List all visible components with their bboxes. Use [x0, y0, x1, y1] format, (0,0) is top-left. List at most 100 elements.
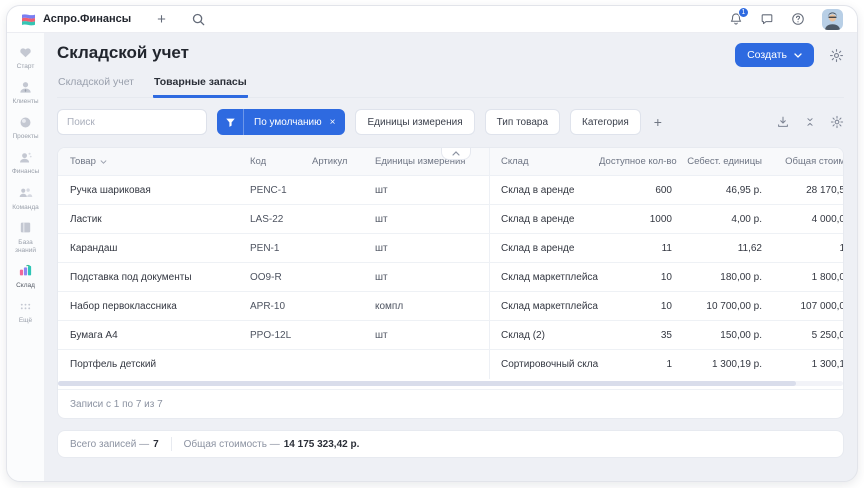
filter-chip[interactable]: Категория [570, 109, 641, 135]
table-cell: Склад в аренде [489, 205, 599, 233]
chevron-down-icon [794, 53, 802, 58]
sidebar-item-label: Финансы [8, 168, 44, 176]
table-cell: 5 250,0 [774, 330, 844, 341]
table-cell: 28 170,5 [774, 185, 844, 196]
collapse-rows-icon[interactable] [804, 116, 816, 128]
summary-bar: Всего записей — 7 Общая стоимость — 14 1… [57, 430, 844, 458]
table-row[interactable]: Ручка шариковаяPENC-1штСклад в аренде600… [58, 176, 843, 205]
table-cell: Склад в аренде [489, 176, 599, 204]
table-row[interactable]: КарандашPEN-1 штСклад в аренде1111,621 [58, 234, 843, 263]
total-records-value: 7 [153, 439, 159, 450]
table-row[interactable]: ЛастикLAS-22штСклад в аренде10004,00 р.4… [58, 205, 843, 234]
tab-goods-stock[interactable]: Товарные запасы [153, 72, 248, 98]
table-cell: 1 300,19 р. [684, 359, 774, 370]
scrollbar-thumb[interactable] [58, 381, 796, 386]
table-cell: 10 700,00 р. [684, 301, 774, 312]
sidebar-item-clients[interactable]: Клиенты [7, 79, 45, 106]
table-cell: Склад маркетплейса [489, 292, 599, 320]
table-settings-gear-icon[interactable] [830, 115, 844, 129]
table-cell: PENC-1 [250, 185, 312, 196]
help-icon[interactable] [791, 12, 805, 26]
new-item-plus-button[interactable]: + [157, 12, 166, 27]
table-cell: Склад в аренде [489, 234, 599, 262]
table-row[interactable]: Подставка под документыOO9-RштСклад марк… [58, 263, 843, 292]
active-filter-pill[interactable]: По умолчанию × [217, 109, 345, 135]
funnel-icon[interactable] [217, 109, 244, 135]
table-cell: Карандаш [58, 243, 250, 254]
sidebar-item-label: Проекты [8, 133, 44, 141]
table-cell: шт [375, 272, 489, 283]
sidebar-item-more[interactable]: Ещё [7, 298, 45, 325]
table-cell: шт [375, 214, 489, 225]
table-cell: 46,95 р. [684, 185, 774, 196]
table-cell: Ручка шариковая [58, 185, 250, 196]
table-cell: 1 300,1 [774, 359, 844, 370]
column-header[interactable]: Себест. единицы [684, 156, 774, 167]
table-cell: Набор первоклассника [58, 301, 250, 312]
page-settings-gear-icon[interactable] [829, 48, 844, 63]
column-header[interactable]: Единицы измерения [375, 156, 489, 167]
table-cell: шт [375, 330, 489, 341]
table-cell: 1000 [599, 214, 684, 225]
active-filter-label: По умолчанию [254, 117, 322, 128]
create-button[interactable]: Создать [735, 43, 814, 67]
sidebar-item-label: База знаний [8, 239, 44, 255]
search-input[interactable] [57, 109, 207, 135]
column-header[interactable]: Доступное кол-во [599, 156, 684, 167]
collapse-table-button[interactable] [441, 147, 471, 160]
brand[interactable]: Аспро.Финансы [21, 13, 131, 26]
export-download-icon[interactable] [776, 115, 790, 129]
start-icon [18, 44, 34, 60]
sidebar-item-label: Команда [8, 204, 44, 212]
table-cell: 150,00 р. [684, 330, 774, 341]
sidebar-item-projects[interactable]: Проекты [7, 114, 45, 141]
table-cell: Подставка под документы [58, 272, 250, 283]
column-header[interactable]: Общая стоим [774, 156, 844, 167]
table-cell: 10 [599, 272, 684, 283]
app-window: Аспро.Финансы + 1 [6, 5, 858, 482]
table-cell: 11,62 [684, 243, 774, 254]
column-header[interactable]: Склад [489, 148, 599, 175]
projects-icon [18, 114, 34, 130]
sidebar-item-label: Склад [8, 282, 44, 290]
sidebar-item-start[interactable]: Старт [7, 44, 45, 71]
create-button-label: Создать [747, 49, 787, 61]
table-cell: 11 [599, 243, 684, 254]
table-row[interactable]: Набор первоклассникаAPR-10комплСклад мар… [58, 292, 843, 321]
table-cell: Бумага А4 [58, 330, 250, 341]
column-header[interactable]: Артикул [312, 156, 375, 167]
messages-icon[interactable] [760, 12, 774, 26]
summary-divider [171, 437, 172, 451]
table-row[interactable]: Портфель детскийСортировочный скла11 300… [58, 350, 843, 379]
sidebar: Старт Клиенты Проекты Финансы Команда База зн… [7, 33, 45, 481]
notification-badge: 1 [738, 7, 749, 18]
table-cell: LAS-22 [250, 214, 312, 225]
sidebar-item-warehouse[interactable]: Склад [7, 263, 45, 290]
table-row[interactable]: Бумага А4PPO-12LштСклад (2)35150,00 р.5 … [58, 321, 843, 350]
table-cell: 600 [599, 185, 684, 196]
user-avatar[interactable] [822, 9, 843, 30]
table-cell: 1 800,0 [774, 272, 844, 283]
sidebar-item-finances[interactable]: Финансы [7, 149, 45, 176]
sort-chevron-icon[interactable] [100, 156, 107, 167]
search-icon[interactable] [192, 13, 205, 26]
table-cell: шт [375, 243, 489, 254]
table-cell: 4,00 р. [684, 214, 774, 225]
notifications-bell-icon[interactable]: 1 [729, 12, 743, 26]
filter-chip[interactable]: Единицы измерения [355, 109, 474, 135]
table-cell: 1 [599, 359, 684, 370]
filter-chip[interactable]: Тип товара [485, 109, 560, 135]
brand-logo-icon [21, 13, 36, 26]
brand-name: Аспро.Финансы [43, 13, 131, 25]
remove-filter-icon[interactable]: × [330, 117, 336, 128]
column-header[interactable]: Товар [58, 156, 250, 167]
add-filter-button[interactable]: + [651, 114, 665, 130]
sidebar-item-team[interactable]: Команда [7, 185, 45, 212]
column-header[interactable]: Код [250, 156, 312, 167]
tab-warehouse-accounting[interactable]: Складской учет [57, 72, 135, 98]
table-cell: 1 [774, 243, 844, 254]
table-cell: PPO-12L [250, 330, 312, 341]
sidebar-item-knowledge-base[interactable]: База знаний [7, 220, 45, 255]
table-cell: 4 000,0 [774, 214, 844, 225]
table-cell: PEN-1 [250, 243, 312, 254]
